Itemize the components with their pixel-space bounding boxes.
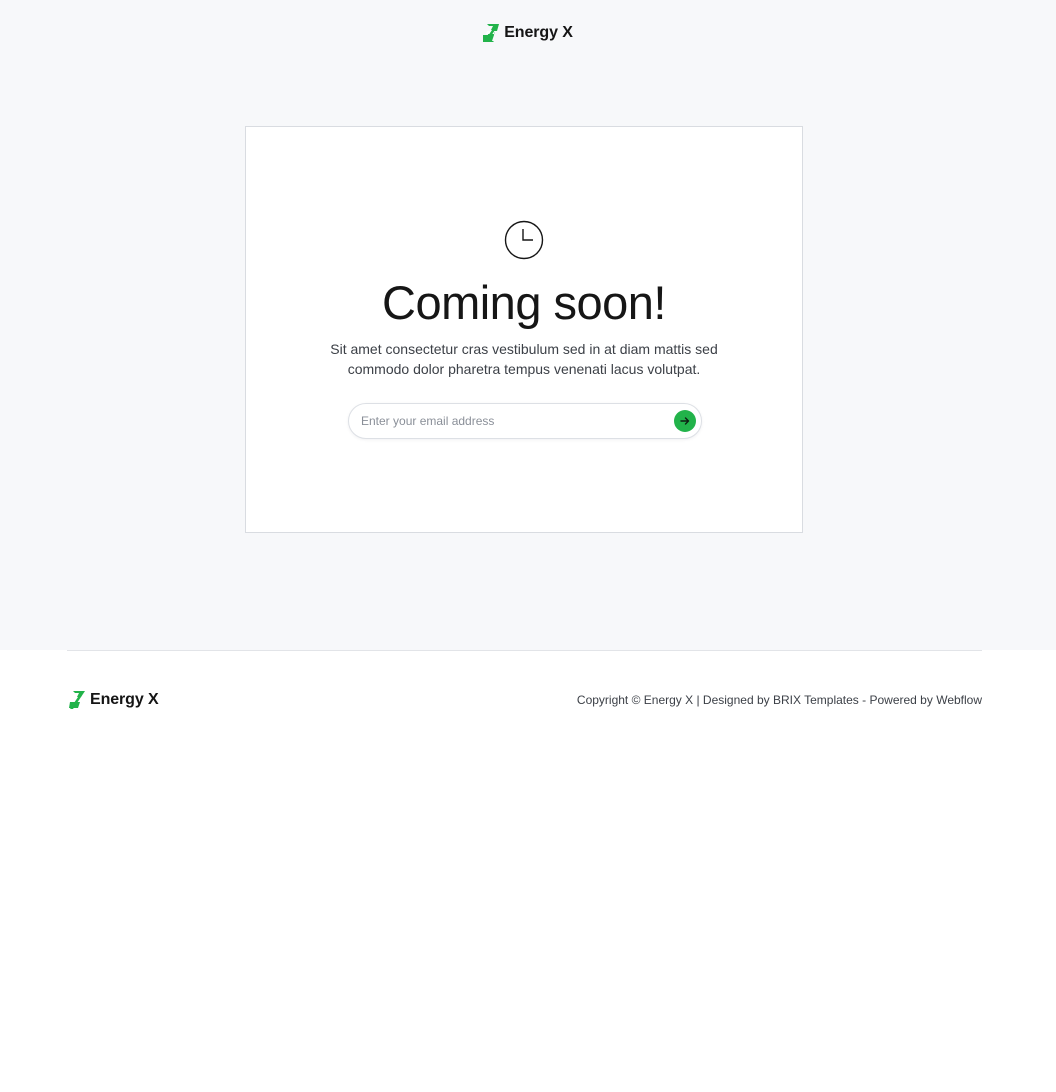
arrow-right-icon	[680, 417, 690, 425]
coming-soon-card: Coming soon! Sit amet consectetur cras v…	[245, 126, 803, 533]
footer-divider	[67, 650, 982, 651]
footer-logo-text: Energy X	[90, 691, 159, 708]
webflow-link[interactable]: Webflow	[936, 693, 982, 707]
header-logo-link[interactable]: Energy X	[483, 24, 573, 42]
lightning-bolt-icon	[69, 691, 85, 709]
page-subtitle: Sit amet consectetur cras vestibulum sed…	[330, 341, 718, 377]
header-logo-text: Energy X	[504, 24, 573, 41]
page-title: Coming soon!	[382, 276, 667, 329]
email-input[interactable]	[361, 404, 661, 438]
email-subscribe-form	[348, 403, 702, 439]
submit-button[interactable]	[674, 410, 696, 432]
brix-templates-link[interactable]: BRIX Templates	[773, 693, 859, 707]
powered-prefix: - Powered by	[862, 693, 933, 707]
header: Energy X	[0, 24, 1056, 42]
hero-section: Energy X Coming soon! Sit amet consectet…	[0, 0, 1056, 650]
clock-icon	[504, 220, 544, 260]
page: Energy X Coming soon! Sit amet consectet…	[0, 0, 1056, 1092]
footer-logo: Energy X	[69, 691, 159, 709]
footer-copyright: Copyright © Energy X | Designed by BRIX …	[577, 693, 982, 707]
copyright-prefix: Copyright © Energy X | Designed by	[576, 693, 770, 707]
footer-logo-link[interactable]: Energy X	[69, 691, 159, 709]
lightning-bolt-icon	[483, 24, 500, 42]
